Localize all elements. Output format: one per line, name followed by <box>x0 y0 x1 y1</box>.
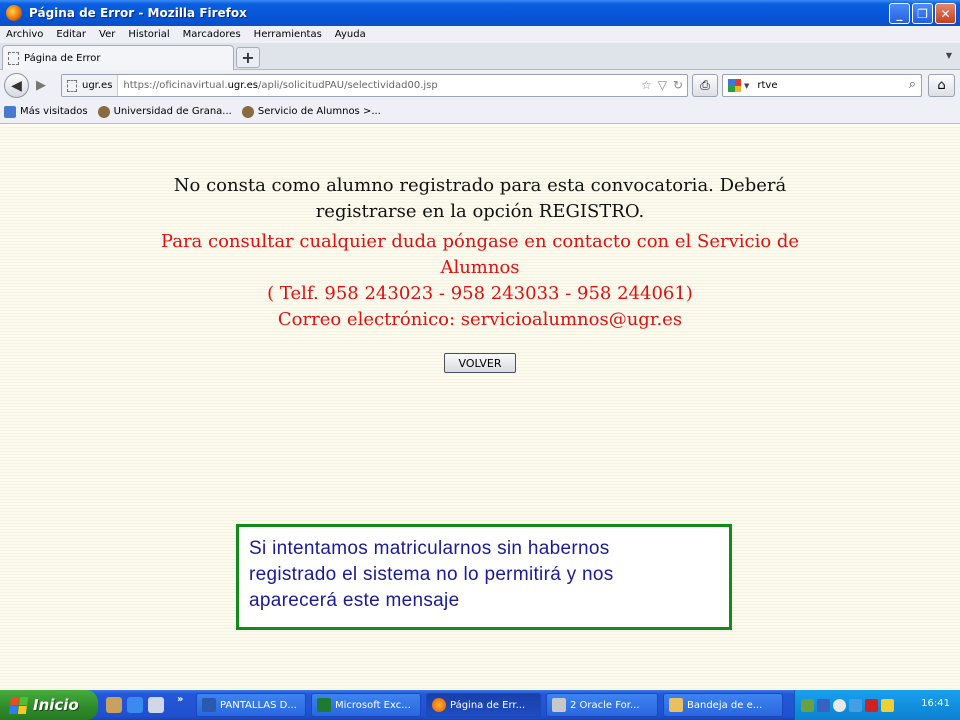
tray-panda-icon[interactable] <box>833 698 846 712</box>
ugr-seal-icon <box>97 105 110 118</box>
tray-volume-icon[interactable] <box>881 698 894 712</box>
tray-alert-icon[interactable] <box>865 698 878 712</box>
close-button[interactable]: ✕ <box>935 3 956 24</box>
search-engine-dropdown-icon[interactable]: ▼ <box>744 82 749 90</box>
window-titlebar: Página de Error - Mozilla Firefox _ ❐ ✕ <box>0 0 960 26</box>
word-icon <box>202 698 216 712</box>
quick-launch <box>106 697 164 713</box>
tray-app-icon[interactable] <box>817 698 830 712</box>
ie-alt-icon[interactable] <box>148 697 164 713</box>
blank-page-icon <box>67 79 77 92</box>
search-input[interactable]: rtve <box>757 80 777 91</box>
oracle-icon <box>552 698 566 712</box>
firefox-icon <box>6 5 22 21</box>
task-bandeja[interactable]: Bandeja de e... <box>663 693 783 717</box>
back-button[interactable]: ◀ <box>4 73 29 98</box>
menu-ver[interactable]: Ver <box>99 29 115 40</box>
tray-network-icon[interactable] <box>801 698 814 712</box>
system-tray: 16:41 <box>794 690 960 720</box>
navigation-bar: ◀ ▶ ugr.es https://oficinavirtual.ugr.es… <box>0 70 960 100</box>
back-arrow-icon: ◀ <box>11 77 22 94</box>
menu-archivo[interactable]: Archivo <box>6 29 43 40</box>
menu-historial[interactable]: Historial <box>128 29 169 40</box>
search-engine-icon[interactable] <box>728 79 741 92</box>
menu-herramientas[interactable]: Herramientas <box>254 29 322 40</box>
annotation-callout: Si intentamos matricularnos sin habernos… <box>236 524 732 630</box>
site-identity-button[interactable]: ugr.es <box>62 75 119 96</box>
search-box[interactable]: ▼ rtve ⌕ <box>722 74 922 97</box>
tray-monitor-icon[interactable] <box>849 698 862 712</box>
tab-label: Página de Error <box>24 53 101 64</box>
home-icon: ⌂ <box>937 78 946 93</box>
page-content: No consta como alumno registrado para es… <box>0 125 960 690</box>
menu-marcadores[interactable]: Marcadores <box>183 29 241 40</box>
forward-arrow-icon: ▶ <box>36 78 46 93</box>
task-pantallas[interactable]: PANTALLAS D... <box>196 693 306 717</box>
bookmark-servicio-alumnos[interactable]: Servicio de Alumnos >... <box>241 105 381 118</box>
tab-pagina-de-error[interactable]: Página de Error <box>2 45 234 71</box>
home-button[interactable]: ⌂ <box>928 74 955 97</box>
error-message: No consta como alumno registrado para es… <box>173 175 787 222</box>
url-bar[interactable]: ugr.es https://oficinavirtual.ugr.es/apl… <box>61 74 688 97</box>
site-identity-label: ugr.es <box>82 80 113 91</box>
search-icon[interactable]: ⌕ <box>909 77 916 92</box>
new-tab-button[interactable]: + <box>236 47 260 68</box>
windows-logo-icon <box>8 696 29 714</box>
reload-icon[interactable]: ↻ <box>673 78 683 92</box>
bookmark-mas-visitados[interactable]: Más visitados <box>4 105 88 118</box>
maximize-button[interactable]: ❐ <box>912 3 933 24</box>
forward-button[interactable]: ▶ <box>31 77 51 94</box>
bookmark-universidad[interactable]: Universidad de Grana... <box>97 105 232 118</box>
bookmarks-toolbar: Más visitados Universidad de Grana... Se… <box>0 100 960 124</box>
minimize-button[interactable]: _ <box>889 3 910 24</box>
quick-launch-more[interactable]: » <box>177 694 183 705</box>
mail-icon <box>669 698 683 712</box>
start-button[interactable]: Inicio <box>0 690 98 720</box>
menu-bar: Archivo Editar Ver Historial Marcadores … <box>0 26 960 43</box>
most-visited-icon <box>4 105 16 118</box>
ugr-seal-icon <box>241 105 254 118</box>
tab-bar: Página de Error + ▼ <box>0 43 960 71</box>
tab-list-chevron-icon[interactable]: ▼ <box>946 51 952 60</box>
excel-icon <box>317 698 331 712</box>
window-title: Página de Error - Mozilla Firefox <box>29 6 247 20</box>
ie-icon[interactable] <box>127 697 143 713</box>
print-button[interactable]: ⎙ <box>692 74 718 97</box>
explorer-icon[interactable] <box>106 697 122 713</box>
clock: 16:41 <box>921 698 950 709</box>
menu-editar[interactable]: Editar <box>56 29 86 40</box>
contact-info: Para consultar cualquier duda póngase en… <box>160 231 800 330</box>
menu-ayuda[interactable]: Ayuda <box>335 29 366 40</box>
blank-page-icon <box>8 52 19 65</box>
volver-button[interactable]: VOLVER <box>444 353 516 373</box>
bookmark-star-icon[interactable]: ☆ <box>641 78 652 92</box>
printer-icon: ⎙ <box>700 78 710 92</box>
task-excel[interactable]: Microsoft Exc... <box>311 693 421 717</box>
task-firefox[interactable]: Página de Err... <box>426 693 541 717</box>
history-dropdown-icon[interactable]: ▽ <box>658 78 667 92</box>
taskbar: Inicio » PANTALLAS D... Microsoft Exc...… <box>0 690 960 720</box>
task-oracle[interactable]: 2 Oracle For... <box>546 693 658 717</box>
firefox-icon <box>432 698 446 712</box>
url-text[interactable]: https://oficinavirtual.ugr.es/apli/solic… <box>123 80 437 91</box>
